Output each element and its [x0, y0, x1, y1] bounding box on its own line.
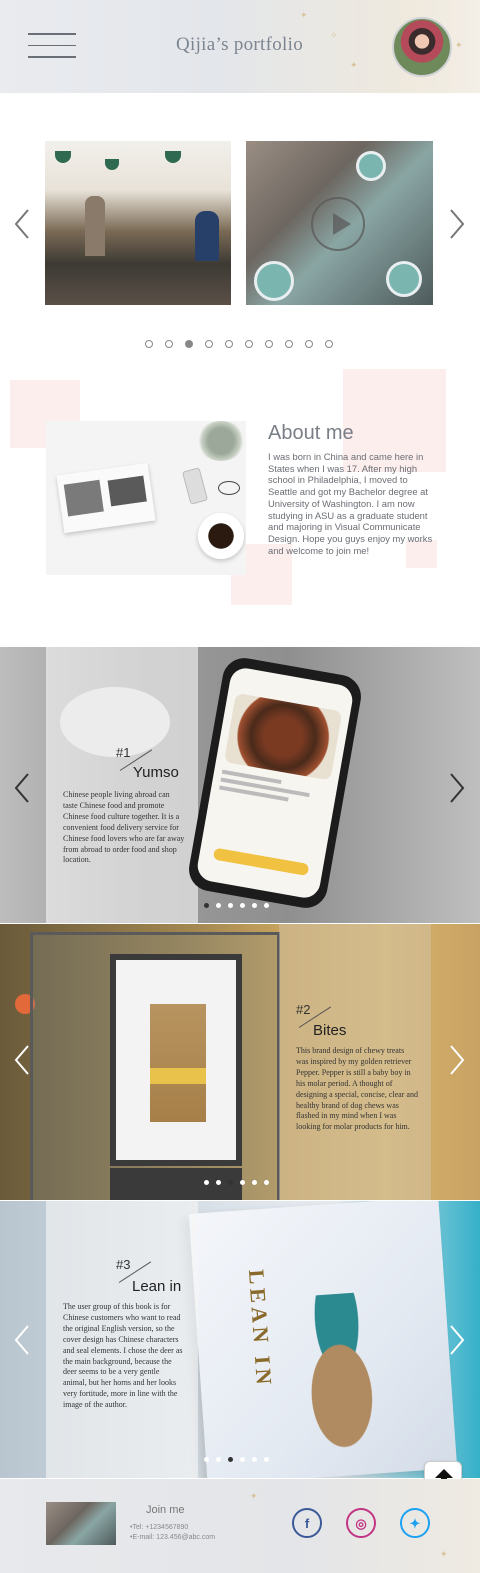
- site-footer: ✦ ✦ Join me •Tel: +1234567890 •E-mail: 1…: [0, 1479, 480, 1573]
- project-dot[interactable]: [204, 1180, 209, 1185]
- site-header: ✦ ✦ ✦ ✧ Qijia’s portfolio: [0, 0, 480, 93]
- project-number: #2: [296, 1002, 311, 1017]
- gallery-dot[interactable]: [225, 340, 233, 348]
- project-number: #1: [116, 745, 131, 760]
- project-dot[interactable]: [252, 1180, 257, 1185]
- facebook-icon[interactable]: f: [292, 1508, 322, 1538]
- project-description: The user group of this book is for Chine…: [63, 1302, 183, 1410]
- project-dot[interactable]: [204, 1457, 209, 1462]
- project-yumso: #1 Yumso Chinese people living abroad ca…: [0, 647, 480, 923]
- project-next-arrow-icon[interactable]: [448, 771, 466, 805]
- coffee-cup: [356, 151, 386, 181]
- gallery-dot-active[interactable]: [185, 340, 193, 348]
- project-description: Chinese people living abroad can taste C…: [63, 790, 185, 865]
- project-dot[interactable]: [228, 903, 233, 908]
- gallery-next-arrow-icon[interactable]: [448, 207, 466, 241]
- instagram-icon[interactable]: ◎: [346, 1508, 376, 1538]
- contact-email[interactable]: •E-mail: 123.456@abc.com: [130, 1534, 215, 1541]
- project-dot[interactable]: [216, 903, 221, 908]
- project-dot[interactable]: [264, 1180, 269, 1185]
- gallery-photo-coffee-table[interactable]: [246, 141, 433, 305]
- project-dot[interactable]: [240, 1457, 245, 1462]
- hamburger-menu-icon[interactable]: [28, 33, 76, 59]
- project-dot-active[interactable]: [204, 903, 209, 908]
- sparkle-decoration: ✦: [455, 40, 463, 50]
- project-lean-in: LEAN IN #3 Lean in The user group of thi…: [0, 1201, 480, 1478]
- book-mockup: LEAN IN: [188, 1201, 458, 1478]
- gallery-dot[interactable]: [265, 340, 273, 348]
- project-number: #3: [116, 1257, 131, 1272]
- project-name[interactable]: Yumso: [133, 764, 179, 781]
- project-name[interactable]: Bites: [313, 1022, 346, 1039]
- facebook-glyph: f: [304, 1516, 310, 1531]
- footer-photo: [46, 1502, 116, 1545]
- project-prev-arrow-icon[interactable]: [13, 1323, 31, 1357]
- coffee-cup: [254, 261, 294, 301]
- sparkle-decoration: ✦: [350, 60, 358, 70]
- sparkle-decoration: ✧: [330, 30, 338, 40]
- gallery-dot[interactable]: [205, 340, 213, 348]
- profile-avatar[interactable]: [392, 17, 452, 77]
- project-pagination: [204, 1457, 269, 1462]
- project-bites: #2 Bites This brand design of chewy trea…: [0, 924, 480, 1200]
- site-title[interactable]: Qijia’s portfolio: [176, 34, 303, 56]
- gallery-dot[interactable]: [165, 340, 173, 348]
- project-dot[interactable]: [252, 903, 257, 908]
- project-next-arrow-icon[interactable]: [448, 1043, 466, 1077]
- gallery-dot[interactable]: [145, 340, 153, 348]
- project-dot[interactable]: [264, 1457, 269, 1462]
- play-icon[interactable]: [311, 197, 365, 251]
- gallery-prev-arrow-icon[interactable]: [13, 207, 31, 241]
- contact-phone: •Tel: +1234567890: [130, 1524, 189, 1531]
- gallery-dot[interactable]: [305, 340, 313, 348]
- project-dot-active[interactable]: [228, 1457, 233, 1462]
- about-body: I was born in China and came here in Sta…: [268, 451, 433, 556]
- project-dot[interactable]: [216, 1180, 221, 1185]
- project-dot[interactable]: [264, 903, 269, 908]
- twitter-icon[interactable]: ✦: [400, 1508, 430, 1538]
- about-heading: About me: [268, 422, 354, 444]
- instagram-glyph: ◎: [355, 1516, 367, 1531]
- project-description: This brand design of chewy treats was in…: [296, 1046, 418, 1132]
- project-name[interactable]: Lean in: [132, 1278, 181, 1295]
- project-pagination: [204, 1180, 269, 1185]
- sparkle-decoration: ✦: [300, 10, 308, 20]
- project-dot[interactable]: [240, 1180, 245, 1185]
- project-dot[interactable]: [252, 1457, 257, 1462]
- project-next-arrow-icon[interactable]: [448, 1323, 466, 1357]
- sparkle-decoration: ✦: [250, 1491, 258, 1501]
- sparkle-decoration: ✦: [440, 1549, 448, 1559]
- phone-mockup: [185, 654, 365, 912]
- poster-ad: [110, 954, 242, 1166]
- gallery-pagination: [145, 340, 333, 348]
- gallery-photo-cafe[interactable]: [45, 141, 231, 305]
- project-pagination: [204, 903, 269, 908]
- project-prev-arrow-icon[interactable]: [13, 771, 31, 805]
- gallery-dot[interactable]: [325, 340, 333, 348]
- project-dot-active[interactable]: [228, 1180, 233, 1185]
- coffee-cup: [386, 261, 422, 297]
- gallery-dot[interactable]: [285, 340, 293, 348]
- project-dot[interactable]: [216, 1457, 221, 1462]
- gallery-dot[interactable]: [245, 340, 253, 348]
- join-heading: Join me: [146, 1504, 185, 1516]
- about-photo: [46, 421, 246, 575]
- twitter-glyph: ✦: [409, 1516, 421, 1531]
- project-prev-arrow-icon[interactable]: [13, 1043, 31, 1077]
- project-text-panel: [46, 647, 198, 923]
- project-dot[interactable]: [240, 903, 245, 908]
